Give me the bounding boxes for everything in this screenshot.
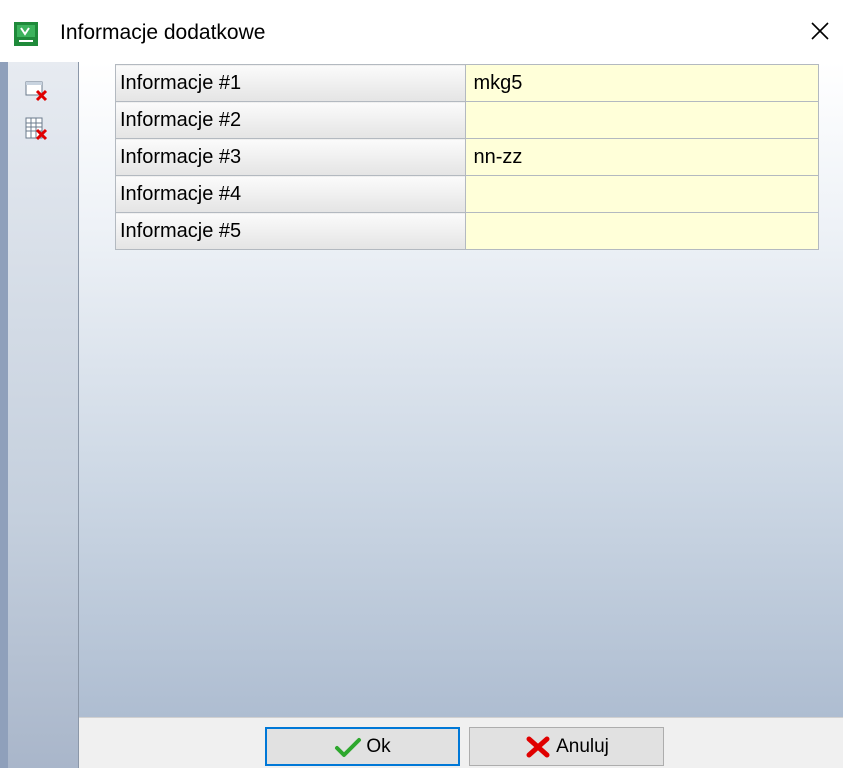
field-label: Informacje #5 xyxy=(114,212,467,250)
info-2-input[interactable] xyxy=(473,108,818,132)
ok-button[interactable]: Ok xyxy=(265,727,460,766)
close-icon xyxy=(811,22,829,40)
checkmark-icon xyxy=(335,737,362,757)
info-5-input[interactable] xyxy=(473,219,818,243)
delete-row-button[interactable] xyxy=(25,78,49,102)
field-label: Informacje #2 xyxy=(114,101,467,139)
title-bar: Informacje dodatkowe xyxy=(0,0,843,62)
dialog-window: Informacje dodatkowe Informacje #1 mkg5 … xyxy=(0,0,843,768)
window-edge xyxy=(0,62,8,768)
info-4-input[interactable] xyxy=(473,182,818,206)
window-title: Informacje dodatkowe xyxy=(60,21,266,44)
table-row: Informacje #1 xyxy=(114,64,819,102)
close-button[interactable] xyxy=(797,8,843,54)
info-grid: Informacje #1 Informacje #2 Informacje #… xyxy=(114,64,819,250)
info-3-input[interactable] xyxy=(473,145,818,169)
cross-icon xyxy=(526,736,550,757)
cancel-label: Anuluj xyxy=(556,735,609,757)
field-value-cell[interactable] xyxy=(465,138,819,176)
field-value-cell[interactable] xyxy=(465,64,819,102)
table-row: Informacje #3 xyxy=(114,138,819,176)
content-area: Informacje #1 Informacje #2 Informacje #… xyxy=(79,62,843,717)
field-label: Informacje #1 xyxy=(114,64,467,102)
table-row: Informacje #5 xyxy=(114,212,819,250)
table-row: Informacje #2 xyxy=(114,101,819,139)
field-value-cell[interactable] xyxy=(465,101,819,139)
field-label: Informacje #3 xyxy=(114,138,467,176)
button-bar: Ok Anuluj xyxy=(79,717,843,768)
delete-table-icon xyxy=(25,117,48,141)
table-row: Informacje #4 xyxy=(114,175,819,213)
side-toolbar xyxy=(8,62,79,768)
field-label: Informacje #4 xyxy=(114,175,467,213)
field-value-cell[interactable] xyxy=(465,175,819,213)
ok-label: Ok xyxy=(366,735,391,757)
info-1-input[interactable] xyxy=(473,71,818,95)
app-icon xyxy=(14,22,38,46)
delete-table-button[interactable] xyxy=(25,117,49,141)
cancel-button[interactable]: Anuluj xyxy=(469,727,664,766)
delete-row-icon xyxy=(25,81,48,102)
field-value-cell[interactable] xyxy=(465,212,819,250)
